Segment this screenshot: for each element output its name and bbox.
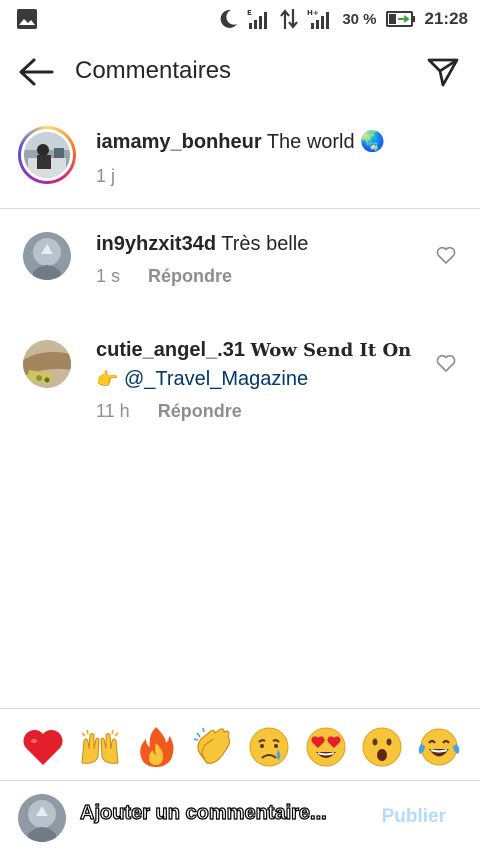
crying-face-emoji-button[interactable] [246, 724, 292, 770]
reply-button[interactable]: Répondre [148, 266, 232, 287]
surprised-face-icon [362, 727, 402, 767]
comment-item: in9yhzxit34d Très belle 1 s Répondre [0, 226, 480, 306]
comment-username[interactable]: cutie_angel_.31 [96, 339, 245, 361]
heart-icon[interactable] [436, 246, 456, 264]
fire-emoji-button[interactable] [133, 724, 179, 770]
post-caption: iamamy_bonheur The world 🌏 1 j [0, 110, 480, 208]
signal-icon: H+ [307, 9, 330, 29]
comment-item: cutie_angel_.31 Wow Send It On👉 @_Travel… [0, 334, 480, 434]
heart-emoji-button[interactable] [20, 724, 66, 770]
publish-button[interactable]: Publier [382, 806, 446, 828]
comment-username[interactable]: in9yhzxit34d [96, 233, 216, 255]
battery-percent: 30 % [342, 10, 377, 28]
avatar[interactable] [23, 232, 71, 280]
reply-button[interactable]: Répondre [158, 401, 242, 422]
emoji-quick-bar [0, 716, 480, 778]
data-transfer-icon [280, 9, 299, 29]
status-bar: E H+ 30 % 21:28 [0, 0, 480, 38]
divider [0, 208, 480, 209]
comment-input-placeholder: Ajouter un commentaire... [79, 801, 327, 824]
divider [0, 708, 480, 709]
comment-body: cutie_angel_.31 Wow Send It On👉 @_Travel… [96, 336, 426, 394]
caption-username[interactable]: iamamy_bonheur [96, 131, 262, 153]
comment-time: 11 h [96, 401, 130, 421]
page-title: Commentaires [75, 57, 232, 84]
red-heart-icon [23, 729, 63, 765]
avatar [24, 132, 70, 178]
svg-text:E: E [247, 9, 252, 17]
clock: 21:28 [424, 9, 468, 28]
heart-eyes-icon [306, 727, 346, 767]
mention-link[interactable]: @_Travel_Magazine [124, 368, 308, 390]
tears-of-joy-emoji-button[interactable] [416, 724, 462, 770]
heart-icon[interactable] [436, 354, 456, 372]
heart-eyes-emoji-button[interactable] [303, 724, 349, 770]
back-button[interactable] [16, 54, 56, 90]
raising-hands-icon [80, 729, 119, 764]
caption-time: 1 j [96, 166, 116, 186]
clapping-hands-emoji-button[interactable] [190, 724, 236, 770]
header: Commentaires [0, 38, 480, 106]
comment-text: Très belle [221, 233, 309, 255]
surprised-face-emoji-button[interactable] [359, 724, 405, 770]
comment-composer: Ajouter un commentaire... Publier [0, 784, 480, 854]
image-icon [17, 9, 37, 29]
raising-hands-emoji-button[interactable] [77, 724, 123, 770]
caption-text: iamamy_bonheur The world 🌏 [96, 129, 385, 154]
share-button[interactable] [424, 54, 462, 90]
avatar [18, 794, 66, 842]
back-arrow-icon [19, 58, 54, 86]
comment-time: 1 s [96, 266, 121, 286]
crying-face-icon [249, 727, 289, 767]
comment-input[interactable]: Ajouter un commentaire... [79, 801, 350, 834]
avatar[interactable] [23, 340, 71, 388]
caption-body: The world 🌏 [266, 131, 386, 153]
battery-icon [385, 11, 415, 27]
signal-icon: E [247, 9, 268, 29]
svg-text:H+: H+ [307, 9, 319, 17]
clapping-hands-icon [193, 727, 230, 764]
send-icon [427, 58, 459, 87]
moon-icon [220, 9, 238, 28]
comment-meta: 1 s Répondre [96, 266, 232, 287]
comment-body: in9yhzxit34d Très belle [96, 230, 426, 258]
tears-of-joy-icon [418, 728, 460, 766]
comment-meta: 11 h Répondre [96, 401, 242, 422]
divider [0, 780, 480, 781]
fire-icon [140, 727, 174, 767]
caption-avatar[interactable] [18, 126, 76, 184]
